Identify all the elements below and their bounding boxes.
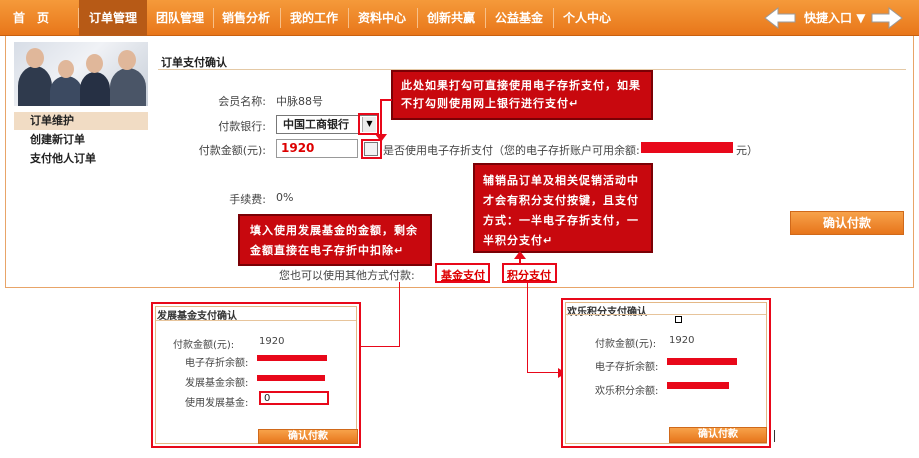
ewallet-suffix: 元） bbox=[736, 144, 758, 157]
team-photo bbox=[14, 42, 148, 106]
use-fund-input[interactable]: 0 bbox=[259, 391, 329, 405]
connector-line bbox=[527, 372, 559, 373]
title-divider bbox=[566, 314, 766, 315]
fund-amount-label: 付款金额(元): bbox=[173, 340, 235, 351]
fund-balance-label: 发展基金余额: bbox=[185, 378, 249, 389]
arrow-head bbox=[375, 134, 387, 142]
checkbox-highlight-box bbox=[361, 139, 382, 159]
nav-innovation-win[interactable]: 创新共赢 bbox=[420, 0, 482, 36]
fund-note-callout: 填入使用发展基金的金额，剩余金额直接在电子存折中扣除↵ bbox=[238, 214, 432, 266]
dropdown-highlight-box bbox=[358, 113, 379, 135]
use-fund-label: 使用发展基金: bbox=[185, 398, 249, 409]
nav-team-management[interactable]: 团队管理 bbox=[149, 0, 211, 36]
nav-divider bbox=[553, 8, 554, 28]
fund-amount-value: 1920 bbox=[259, 336, 285, 347]
member-name-value: 中脉88号 bbox=[276, 95, 323, 108]
payment-bank-label: 付款银行: bbox=[218, 120, 266, 133]
page-title: 订单支付确认 bbox=[161, 56, 227, 69]
text-cursor bbox=[774, 430, 775, 442]
nav-divider bbox=[485, 8, 486, 28]
points-amount-label: 付款金额(元): bbox=[595, 339, 657, 350]
payment-bank-value: 中国工商银行 bbox=[283, 118, 349, 131]
forward-arrow-icon[interactable] bbox=[871, 7, 903, 29]
connector-line bbox=[399, 282, 400, 346]
back-arrow-icon[interactable] bbox=[764, 7, 796, 29]
arrow-head bbox=[514, 251, 526, 259]
redacted-balance bbox=[257, 375, 325, 381]
other-methods-label: 您也可以使用其他方式付款: bbox=[279, 269, 415, 282]
points-pay-link[interactable]: 积分支付 bbox=[507, 267, 551, 283]
nav-divider bbox=[280, 8, 281, 28]
redacted-balance bbox=[641, 142, 733, 153]
nav-sales-analysis[interactable]: 销售分析 bbox=[215, 0, 277, 36]
member-name-label: 会员名称: bbox=[218, 95, 266, 108]
sidebar-item-pay-others-order[interactable]: 支付他人订单 bbox=[14, 150, 148, 168]
selection-handle bbox=[675, 316, 682, 323]
points-payment-panel: 欢乐积分支付确认 付款金额(元): 1920 电子存折余额: 欢乐积分余额: 确… bbox=[561, 298, 771, 448]
fee-value: 0% bbox=[276, 191, 294, 204]
nav-divider bbox=[348, 8, 349, 28]
nav-resource-center[interactable]: 资料中心 bbox=[351, 0, 413, 36]
payment-amount-label: 付款金额(元): bbox=[198, 144, 266, 157]
fund-payment-panel: 发展基金支付确认 付款金额(元): 1920 电子存折余额: 发展基金余额: 使… bbox=[151, 302, 361, 448]
points-amount-value: 1920 bbox=[669, 335, 695, 346]
title-divider bbox=[156, 320, 356, 321]
nav-my-work[interactable]: 我的工作 bbox=[283, 0, 345, 36]
nav-home[interactable]: 首 页 bbox=[0, 0, 62, 36]
ewallet-option-text: 是否使用电子存折支付（您的电子存折账户可用余额: bbox=[383, 144, 640, 157]
nav-divider bbox=[213, 8, 214, 28]
payment-amount-field[interactable]: 1920 bbox=[276, 139, 358, 158]
quick-entry-menu[interactable]: 快捷入口 ▼ bbox=[804, 0, 865, 36]
checkbox-note-callout: 此处如果打勾可直接使用电子存折支付，如果不打勾则使用网上银行进行支付↵ bbox=[391, 70, 653, 120]
quick-entry-label: 快捷入口 bbox=[804, 11, 853, 25]
chevron-down-icon: ▼ bbox=[856, 11, 866, 25]
connector-line bbox=[360, 346, 400, 347]
redacted-balance bbox=[667, 382, 729, 389]
redacted-balance bbox=[257, 355, 327, 361]
redacted-balance bbox=[667, 358, 737, 365]
sidebar-item-create-order[interactable]: 创建新订单 bbox=[14, 131, 148, 149]
confirm-payment-button[interactable]: 确认付款 bbox=[790, 211, 904, 235]
points-ewallet-label: 电子存折余额: bbox=[595, 362, 659, 373]
fund-ewallet-label: 电子存折余额: bbox=[185, 358, 249, 369]
points-note-callout: 辅销品订单及相关促销活动中才会有积分支付按键，且支付方式：一半电子存折支付，一半… bbox=[473, 163, 653, 253]
points-confirm-button[interactable]: 确认付款 bbox=[669, 427, 767, 443]
fund-pay-link[interactable]: 基金支付 bbox=[441, 267, 485, 283]
points-balance-label: 欢乐积分余额: bbox=[595, 386, 659, 397]
points-panel-title: 欢乐积分支付确认 bbox=[567, 307, 647, 318]
nav-personal-center[interactable]: 个人中心 bbox=[556, 0, 618, 36]
fund-confirm-button[interactable]: 确认付款 bbox=[258, 429, 358, 444]
sidebar-item-order-maintenance[interactable]: 订单维护 bbox=[14, 112, 148, 130]
nav-order-management[interactable]: 订单管理 bbox=[79, 0, 147, 36]
top-navigation: 首 页 订单管理 团队管理 销售分析 我的工作 资料中心 创新共赢 公益基金 个… bbox=[0, 0, 919, 36]
nav-divider bbox=[417, 8, 418, 28]
fee-label: 手续费: bbox=[229, 193, 266, 206]
nav-charity-fund[interactable]: 公益基金 bbox=[488, 0, 550, 36]
connector-line bbox=[527, 283, 528, 373]
